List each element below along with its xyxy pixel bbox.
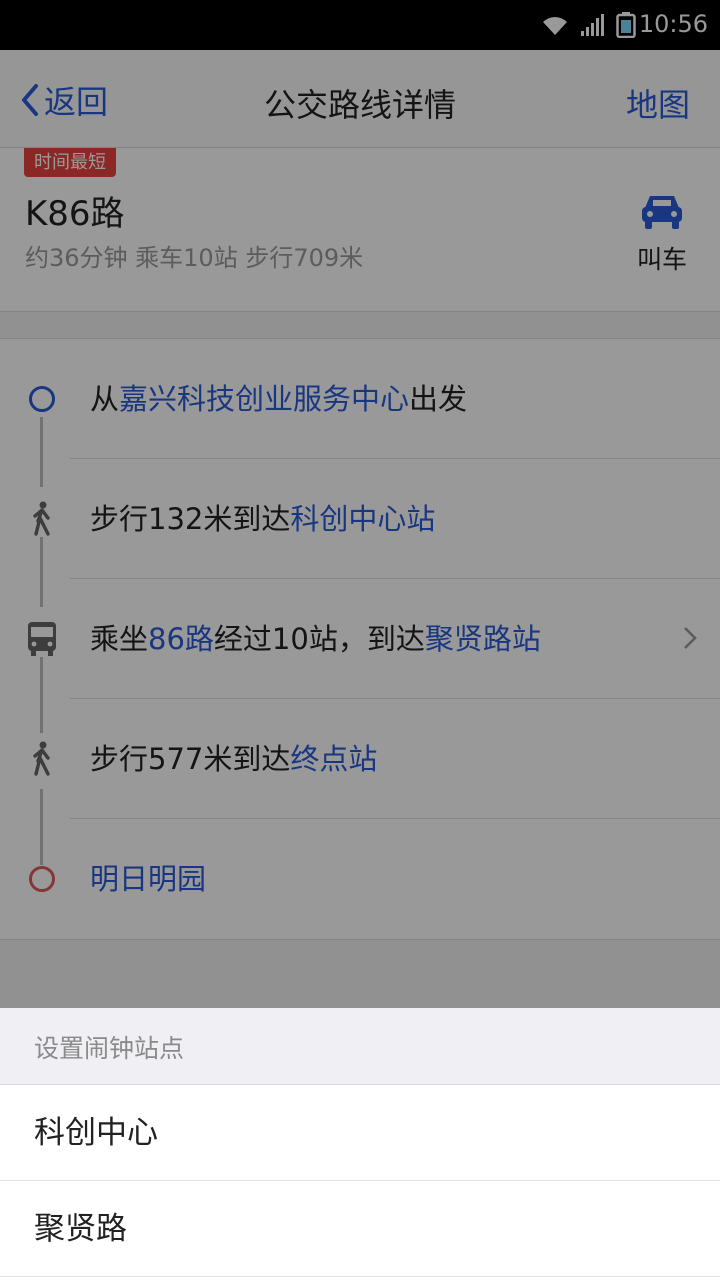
sheet-title: 设置闹钟站点 <box>0 1008 720 1085</box>
alarm-stop-sheet: 设置闹钟站点 科创中心 聚贤路 <box>0 1008 720 1280</box>
modal-overlay[interactable] <box>0 0 720 1008</box>
sheet-option-kechuang[interactable]: 科创中心 <box>0 1085 720 1181</box>
sheet-option-juxian[interactable]: 聚贤路 <box>0 1181 720 1277</box>
